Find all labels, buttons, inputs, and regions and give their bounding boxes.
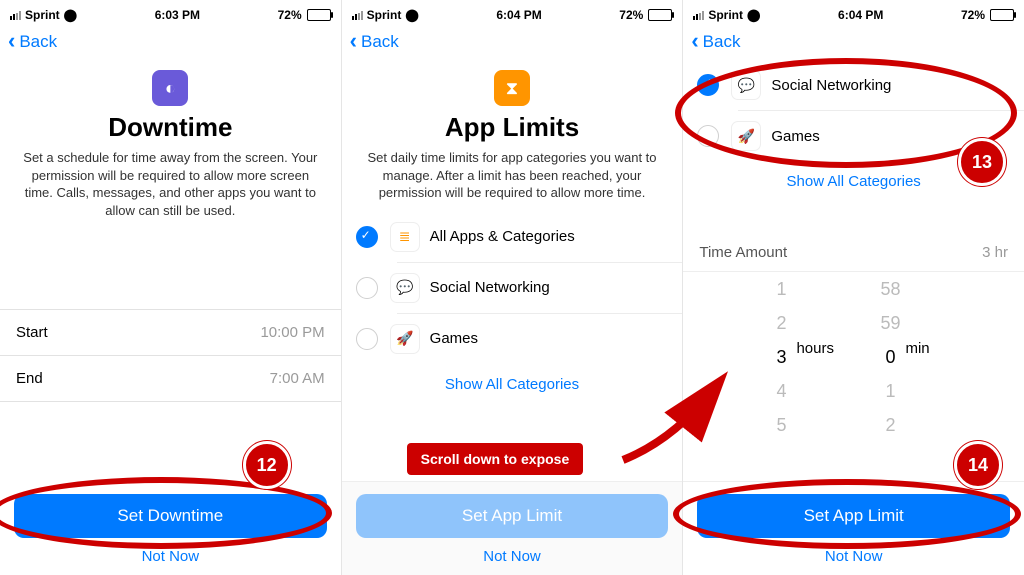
back-button[interactable]: ‹Back <box>350 31 399 53</box>
time-amount-row: Time Amount3 hr <box>683 226 1024 272</box>
wifi-icon: ⬤ <box>747 8 760 22</box>
set-app-limit-button[interactable]: Set App Limit <box>356 494 669 538</box>
picker-value[interactable]: 58 <box>880 272 900 306</box>
page-title: App Limits <box>342 112 683 143</box>
wifi-icon: ⬤ <box>405 8 418 22</box>
back-button[interactable]: ‹Back <box>8 31 57 53</box>
chevron-left-icon: ‹ <box>350 30 357 52</box>
chevron-left-icon: ‹ <box>8 30 15 52</box>
clock: 6:04 PM <box>838 8 883 22</box>
category-icon: ≣ <box>390 222 420 252</box>
category-row[interactable]: 🚀 Games <box>342 314 683 364</box>
back-button[interactable]: ‹Back <box>691 31 740 53</box>
category-row[interactable]: ≣ All Apps & Categories <box>342 212 683 262</box>
picker-value[interactable]: 4 <box>776 374 786 408</box>
carrier-label: Sprint <box>708 8 743 22</box>
battery-icon <box>990 9 1014 21</box>
picker-value[interactable]: 1 <box>776 272 786 306</box>
select-toggle[interactable] <box>356 226 378 248</box>
battery-pct: 72% <box>278 8 302 22</box>
annotation-bubble-13: 13 <box>958 138 1006 186</box>
status-bar: Sprint ⬤ 6:03 PM 72% <box>0 0 341 25</box>
category-icon: 💬 <box>390 273 420 303</box>
not-now-button[interactable]: Not Now <box>356 542 669 565</box>
annotation-ring-14 <box>673 479 1021 549</box>
picker-value[interactable]: 59 <box>880 306 900 340</box>
clock: 6:03 PM <box>155 8 200 22</box>
page-description: Set daily time limits for app categories… <box>342 149 683 212</box>
picker-value[interactable]: 3 <box>776 340 786 374</box>
select-toggle[interactable] <box>356 277 378 299</box>
annotation-arrow <box>613 370 733 470</box>
annotation-bubble-12: 12 <box>243 441 291 489</box>
picker-value[interactable]: 0 <box>885 340 895 374</box>
battery-icon <box>648 9 672 21</box>
battery-pct: 72% <box>961 8 985 22</box>
signal-icon <box>693 11 704 20</box>
annotation-banner: Scroll down to expose <box>407 443 584 475</box>
category-label: Social Networking <box>430 279 671 296</box>
app-limits-icon: ⧗ <box>494 70 530 106</box>
chevron-left-icon: ‹ <box>691 30 698 52</box>
category-label: All Apps & Categories <box>430 228 671 245</box>
clock: 6:04 PM <box>496 8 541 22</box>
carrier-label: Sprint <box>25 8 60 22</box>
battery-icon <box>307 9 331 21</box>
picker-value[interactable]: 1 <box>885 374 895 408</box>
picker-value[interactable]: 2 <box>885 408 895 442</box>
signal-icon <box>10 11 21 20</box>
picker-value[interactable]: 5 <box>776 408 786 442</box>
category-row[interactable]: 💬 Social Networking <box>342 263 683 313</box>
picker-value[interactable]: 2 <box>776 306 786 340</box>
category-label: Games <box>430 330 671 347</box>
status-bar: Sprint ⬤ 6:04 PM 72% <box>683 0 1024 25</box>
page-title: Downtime <box>0 112 341 143</box>
downtime-icon: ◐ <box>152 70 188 106</box>
carrier-label: Sprint <box>367 8 402 22</box>
signal-icon <box>352 11 363 20</box>
page-description: Set a schedule for time away from the sc… <box>0 149 341 229</box>
end-row[interactable]: End7:00 AM <box>0 356 341 401</box>
annotation-bubble-14: 14 <box>954 441 1002 489</box>
select-toggle[interactable] <box>356 328 378 350</box>
category-icon: 🚀 <box>390 324 420 354</box>
wifi-icon: ⬤ <box>64 8 77 22</box>
start-row[interactable]: Start10:00 PM <box>0 310 341 355</box>
battery-pct: 72% <box>619 8 643 22</box>
status-bar: Sprint⬤ 6:04 PM 72% <box>342 0 683 25</box>
time-picker[interactable]: 012345 575859012 hours min <box>683 272 1024 442</box>
